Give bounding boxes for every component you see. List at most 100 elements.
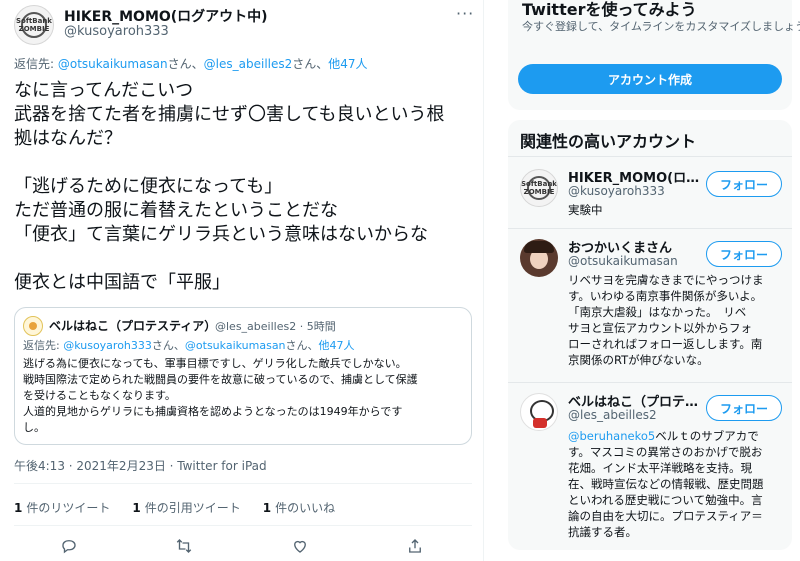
- account-bio: @beruhaneko5ベルｔのサブアカで す。マスコミの異常さのおかげで脱お …: [568, 428, 782, 540]
- likes-stat[interactable]: 1 件のいいね: [263, 499, 335, 516]
- signup-card: Twitterを使ってみよう 今すぐ登録して、タイムラインをカスタマイズしましょ…: [508, 0, 800, 110]
- author-handle[interactable]: @kusoyaroh333: [64, 24, 169, 39]
- tweet-text-line: 「便衣」て言葉にゲリラ兵という意味はないからな: [14, 224, 428, 245]
- account-avatar[interactable]: [520, 393, 558, 431]
- bio-line: 京関係のRTが伸びないな。: [568, 353, 709, 367]
- tweet-text-line: ただ普通の服に着替えたということだな: [14, 200, 338, 221]
- reply-user-link[interactable]: @otsukaikumasan: [185, 339, 286, 352]
- account-bio: 実験中: [568, 202, 782, 218]
- share-button[interactable]: [404, 535, 426, 557]
- retweets-stat[interactable]: 1 件のリツイート: [14, 499, 110, 516]
- tweet-column: SoftBank ZOMBIE HIKER_MOMO(ログアウト中) @kuso…: [0, 0, 484, 561]
- account-handle[interactable]: @kusoyaroh333: [568, 184, 665, 198]
- bio-line: サヨと宣伝アカウント以外からフォ: [568, 321, 752, 335]
- like-icon: [294, 540, 306, 553]
- account-avatar[interactable]: [520, 239, 558, 277]
- tweet-text-line: 拠はなんだ？: [14, 128, 122, 149]
- quote-text: 逃げる為に便衣になっても、軍事目標ですし、ゲリラ化した敵兵でしかない。 戦時国際…: [23, 356, 463, 436]
- tweet-text: なに言ってんだこいつ 武器を捨てた者を捕虜にせず〇害しても良いという根 拠はなん…: [14, 79, 474, 295]
- reply-prefix: 返信先:: [14, 57, 58, 71]
- retweets-count: 1: [14, 501, 23, 515]
- bio-line: @beruhaneko5ベルｔのサブアカで: [568, 428, 782, 444]
- follow-button[interactable]: フォロー: [706, 395, 782, 421]
- bio-line: 抗議する者。: [568, 525, 637, 539]
- quote-reply-line: 返信先: @kusoyaroh333さん、@otsukaikumasanさん、他…: [23, 337, 355, 353]
- reply-separator: さん、: [151, 339, 185, 352]
- quote-text-line: を受けることもなくなります。: [23, 389, 176, 402]
- bio-line: す。マスコミの異常さのおかげで脱お: [568, 445, 763, 459]
- quotes-count: 1: [132, 501, 141, 515]
- reply-to-line: 返信先: @otsukaikumasanさん、@les_abeilles2さん、…: [14, 55, 368, 72]
- quote-text-line: 人道的見地からゲリラにも捕虜資格を認めようとなったのは1949年からです: [23, 405, 403, 418]
- account-bio: リベサヨを完膚なきまでにやっつけま す。いわゆる南京事件関係が多いよ。 「南京大…: [568, 272, 782, 368]
- tweet-stats: 1 件のリツイート 1 件の引用ツイート 1 件のいいね: [14, 499, 335, 516]
- bio-line: 在、戦時宣伝などの情報戦、歴史問題: [568, 477, 764, 491]
- related-account[interactable]: SoftBank ZOMBIE HIKER_MOMO(ロ… @kusoyaroh…: [508, 156, 792, 220]
- quote-avatar: [23, 316, 43, 336]
- author-avatar[interactable]: SoftBank ZOMBIE: [14, 5, 54, 45]
- quote-text-line: 戦時国際法で定められた戦闘員の要件を故意に破っているので、捕虜として保護: [23, 373, 418, 386]
- quote-meta: @les_abeilles2 · 5時間: [215, 320, 336, 333]
- quotes-stat[interactable]: 1 件の引用ツイート: [132, 499, 240, 516]
- retweet-icon: [176, 539, 192, 553]
- follow-button[interactable]: フォロー: [706, 241, 782, 267]
- quoted-tweet[interactable]: ベルはねこ（プロテスティア） @les_abeilles2 · 5時間 返信先:…: [14, 307, 472, 445]
- related-account[interactable]: ベルはねこ（プロテ… @les_abeilles2 @beruhaneko5ベル…: [508, 382, 792, 550]
- avatar-text: SoftBank ZOMBIE: [521, 180, 557, 196]
- reply-separator: さん、: [285, 339, 319, 352]
- reply-prefix: 返信先:: [23, 339, 64, 352]
- follow-button[interactable]: フォロー: [706, 171, 782, 197]
- signup-title: Twitterを使ってみよう: [522, 0, 697, 19]
- tweet-text-line: 「逃げるために便衣になっても」: [14, 176, 283, 197]
- create-account-button[interactable]: アカウント作成: [518, 64, 782, 94]
- avatar-text: SoftBank ZOMBIE: [16, 17, 52, 33]
- account-handle[interactable]: @les_abeilles2: [568, 408, 657, 422]
- quote-author-name: ベルはねこ（プロテスティア）: [49, 319, 217, 333]
- tweet-actions: [0, 535, 484, 557]
- divider: [14, 483, 472, 484]
- bio-line: といわれる歴史戦について勉強中。言: [568, 493, 763, 507]
- reply-separator: さん、: [292, 57, 329, 71]
- reply-others-link[interactable]: 他47人: [328, 57, 367, 71]
- related-account[interactable]: おつかいくまさん @otsukaikumasan リベサヨを完膚なきまでにやっつ…: [508, 228, 792, 382]
- bio-line: ローされればフォロー返しします。南: [568, 337, 763, 351]
- reply-others-link[interactable]: 他47人: [319, 339, 355, 352]
- likes-count: 1: [262, 501, 272, 515]
- tweet-text-line: 便衣とは中国語で「平服」: [14, 272, 230, 293]
- quote-text-line: し。: [23, 421, 45, 434]
- retweets-label: 件のリツイート: [26, 501, 111, 515]
- reply-separator: さん、: [167, 57, 204, 71]
- bio-line: 花畑。インド太平洋戦略を支持。現: [568, 461, 752, 475]
- divider: [14, 525, 472, 526]
- more-options-icon[interactable]: ···: [456, 4, 474, 23]
- bio-line: 「南京大虐殺」はなかった。 リベ: [568, 305, 747, 319]
- retweet-button[interactable]: [173, 535, 195, 557]
- author-name[interactable]: HIKER_MOMO(ログアウト中): [64, 6, 268, 26]
- signup-subtitle: 今すぐ登録して、タイムラインをカスタマイズしましょう。: [522, 20, 800, 33]
- quote-text-line: 逃げる為に便衣になっても、軍事目標ですし、ゲリラ化した敵兵でしかない。: [23, 357, 407, 370]
- bio-line: 実験中: [568, 203, 603, 217]
- tweet-timestamp[interactable]: 午後4:13 · 2021年2月23日 · Twitter for iPad: [14, 457, 267, 474]
- quotes-label: 件の引用ツイート: [144, 501, 241, 515]
- like-button[interactable]: [289, 535, 311, 557]
- account-handle[interactable]: @otsukaikumasan: [568, 254, 678, 268]
- tweet-text-line: 武器を捨てた者を捕虜にせず〇害しても良いという根: [14, 104, 445, 125]
- bio-line: 論の自由を大切に。プロテスティア＝: [568, 509, 763, 523]
- account-avatar[interactable]: SoftBank ZOMBIE: [520, 169, 558, 207]
- bio-line: す。いわゆる南京事件関係が多いよ。: [568, 289, 763, 303]
- reply-button[interactable]: [58, 535, 80, 557]
- share-icon: [409, 539, 421, 553]
- bio-line-text: ベルｔのサブアカで: [655, 429, 759, 443]
- related-accounts-card: 関連性の高いアカウント SoftBank ZOMBIE HIKER_MOMO(ロ…: [508, 120, 792, 550]
- reply-icon: [62, 540, 76, 554]
- reply-user-link[interactable]: @les_abeilles2: [204, 57, 293, 71]
- bio-line: リベサヨを完膚なきまでにやっつけま: [568, 273, 764, 287]
- tweet-text-line: なに言ってんだこいつ: [14, 80, 194, 101]
- reply-user-link[interactable]: @otsukaikumasan: [58, 57, 168, 71]
- reply-user-link[interactable]: @kusoyaroh333: [63, 339, 152, 352]
- related-accounts-title: 関連性の高いアカウント: [520, 132, 697, 151]
- bio-mention-link[interactable]: @beruhaneko5: [568, 429, 655, 443]
- likes-label: 件のいいね: [275, 501, 336, 515]
